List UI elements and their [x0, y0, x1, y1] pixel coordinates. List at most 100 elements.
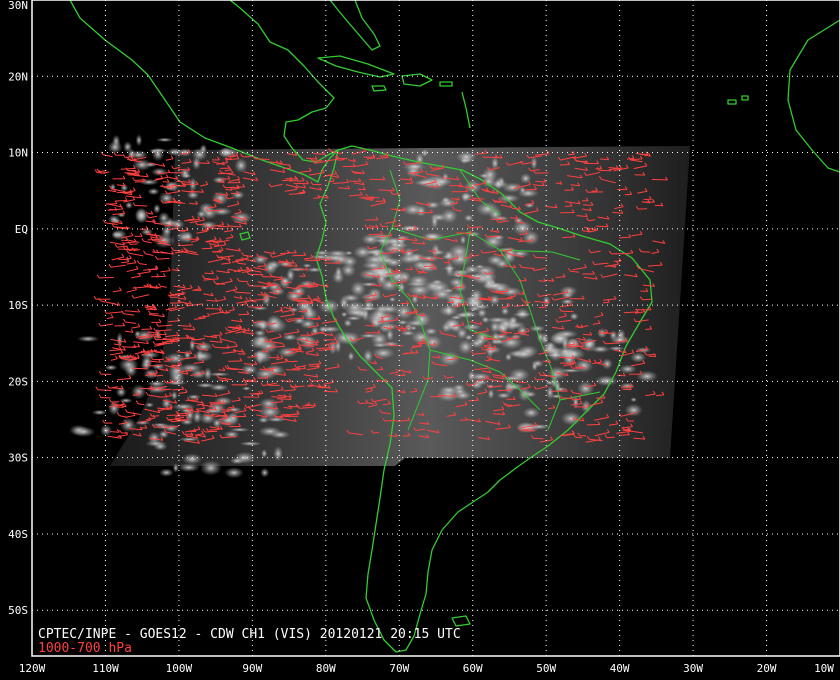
cloud-patch: [318, 325, 342, 333]
cloud-patch: [372, 307, 387, 321]
wind-vector: [110, 431, 120, 433]
cloud-patch: [522, 407, 540, 419]
cloud-patch: [242, 386, 251, 391]
wind-vector: [380, 252, 394, 254]
cloud-patch: [559, 368, 583, 373]
wind-vector: [402, 435, 410, 437]
cloud-patch: [450, 315, 463, 320]
cloud-patch: [441, 196, 451, 204]
cloud-patch: [475, 337, 485, 345]
latitude-label: 20S: [8, 375, 28, 388]
cloud-patch: [159, 468, 174, 477]
cloud-patch: [347, 351, 355, 362]
wind-vector: [238, 280, 249, 283]
wind-vector: [205, 308, 222, 310]
wind-vector: [493, 413, 505, 415]
wind-vector: [559, 164, 570, 166]
cloud-patch: [240, 364, 258, 376]
wind-vector: [118, 258, 129, 261]
cloud-patch: [408, 283, 432, 297]
wind-vector: [582, 333, 592, 336]
latitude-label: 10S: [8, 299, 28, 312]
wind-vector: [189, 202, 198, 205]
wind-vector: [230, 192, 239, 195]
cloud-patch: [344, 250, 354, 256]
cloud-patch: [367, 287, 382, 300]
wind-vector: [483, 337, 493, 340]
longitude-label: 80W: [316, 662, 336, 675]
cloud-patch: [261, 449, 268, 459]
cloud-patch: [487, 388, 495, 400]
wind-vector: [150, 364, 163, 367]
cloud-patch: [431, 213, 439, 230]
wind-vector: [288, 405, 298, 408]
wind-vector: [105, 203, 117, 205]
longitude-label: 20W: [757, 662, 777, 675]
cloud-patch: [150, 167, 168, 177]
longitude-label: 100W: [166, 662, 193, 675]
cloud-patch: [478, 173, 490, 179]
wind-vector: [368, 233, 383, 236]
wind-vector: [299, 191, 306, 194]
wind-vector: [243, 363, 257, 365]
wind-vector: [130, 243, 138, 245]
cloud-patch: [260, 467, 270, 478]
cloud-patch: [462, 323, 482, 331]
cloud-patch: [134, 420, 151, 426]
longitude-label: 110W: [92, 662, 119, 675]
cloud-patch: [286, 267, 295, 283]
latitude-label: 30S: [8, 452, 28, 465]
cloud-patch: [219, 146, 232, 158]
wind-vector: [536, 378, 545, 381]
cloud-patch: [395, 303, 413, 320]
wind-vector: [197, 223, 206, 226]
wind-vector: [389, 344, 404, 347]
cloud-patch: [144, 402, 155, 408]
wind-vector: [162, 181, 170, 183]
wind-vector: [509, 217, 518, 219]
cloud-patch: [334, 266, 343, 278]
wind-vector: [134, 181, 145, 183]
wind-vector: [575, 436, 583, 439]
wind-vector: [450, 202, 458, 205]
cloud-patch: [431, 243, 440, 258]
cloud-patch: [199, 460, 222, 476]
wind-vector: [154, 374, 164, 377]
cloud-patch: [452, 383, 466, 392]
cloud-patch: [344, 307, 368, 318]
wind-vector: [297, 180, 305, 182]
cloud-patch: [410, 325, 417, 331]
cloud-patch: [457, 339, 474, 355]
wind-vector: [654, 204, 663, 207]
cloud-patch: [469, 372, 492, 381]
cloud-patch: [467, 306, 481, 312]
longitude-label: 40W: [610, 662, 630, 675]
cloud-patch: [207, 372, 231, 377]
wind-vector: [151, 415, 160, 417]
cloud-patch: [560, 298, 575, 305]
latitude-label: 30N: [8, 0, 28, 12]
wind-vector: [606, 436, 615, 439]
cloud-patch: [371, 347, 395, 359]
cloud-patch: [111, 228, 128, 241]
cloud-patch: [172, 463, 179, 473]
cloud-patch: [455, 150, 477, 164]
wind-vector: [204, 272, 214, 275]
wind-vector: [353, 172, 362, 175]
wind-vector: [201, 247, 213, 250]
wind-vector: [469, 226, 483, 229]
wind-vector: [217, 172, 234, 175]
cloud-patch: [124, 201, 133, 210]
wind-vector: [115, 406, 124, 408]
cloud-patch: [124, 362, 138, 378]
cloud-patch: [548, 347, 563, 362]
cloud-patch: [135, 134, 143, 147]
cloud-patch: [77, 335, 100, 343]
cloud-patch: [475, 201, 500, 217]
cloud-patch: [415, 205, 427, 218]
longitude-label: 60W: [463, 662, 483, 675]
wind-vector: [228, 360, 242, 362]
wind-vector: [384, 419, 396, 422]
cloud-patch: [531, 361, 538, 372]
cloud-patch: [211, 207, 233, 216]
